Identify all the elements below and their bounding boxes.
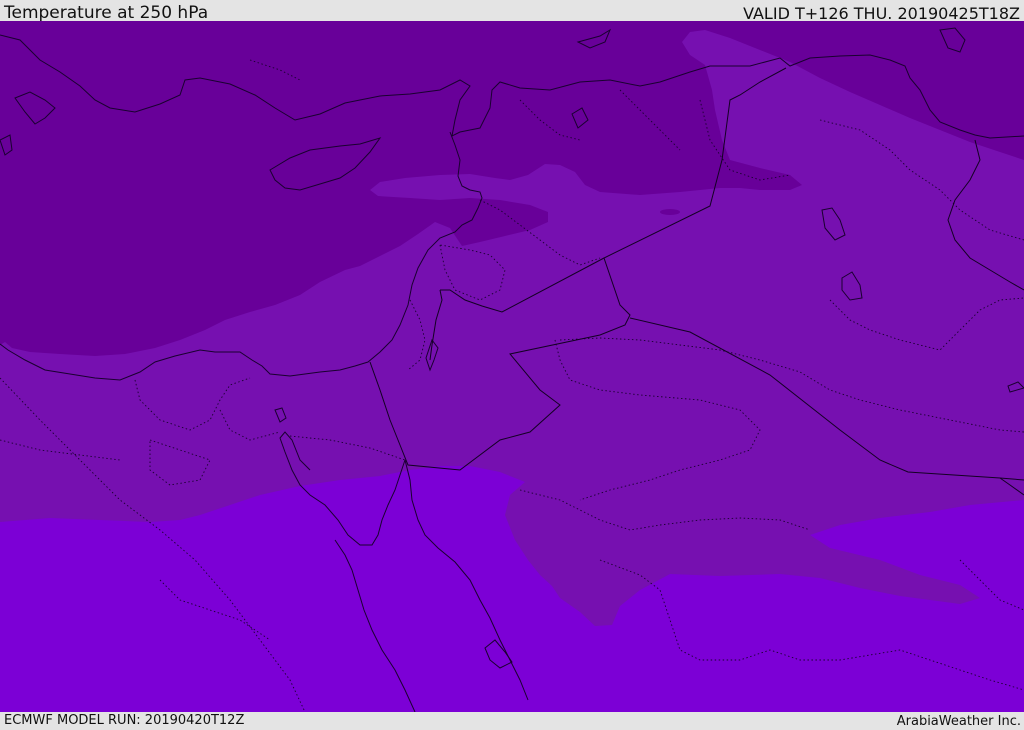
map-footer: ECMWF MODEL RUN: 20190420T12Z ArabiaWeat… <box>0 712 1024 729</box>
credit-label: ArabiaWeather Inc. <box>896 714 1021 729</box>
temperature-map <box>0 21 1024 712</box>
model-run-label: ECMWF MODEL RUN: 20190420T12Z <box>4 713 245 728</box>
map-header: Temperature at 250 hPa VALID T+126 THU. … <box>0 0 1024 23</box>
